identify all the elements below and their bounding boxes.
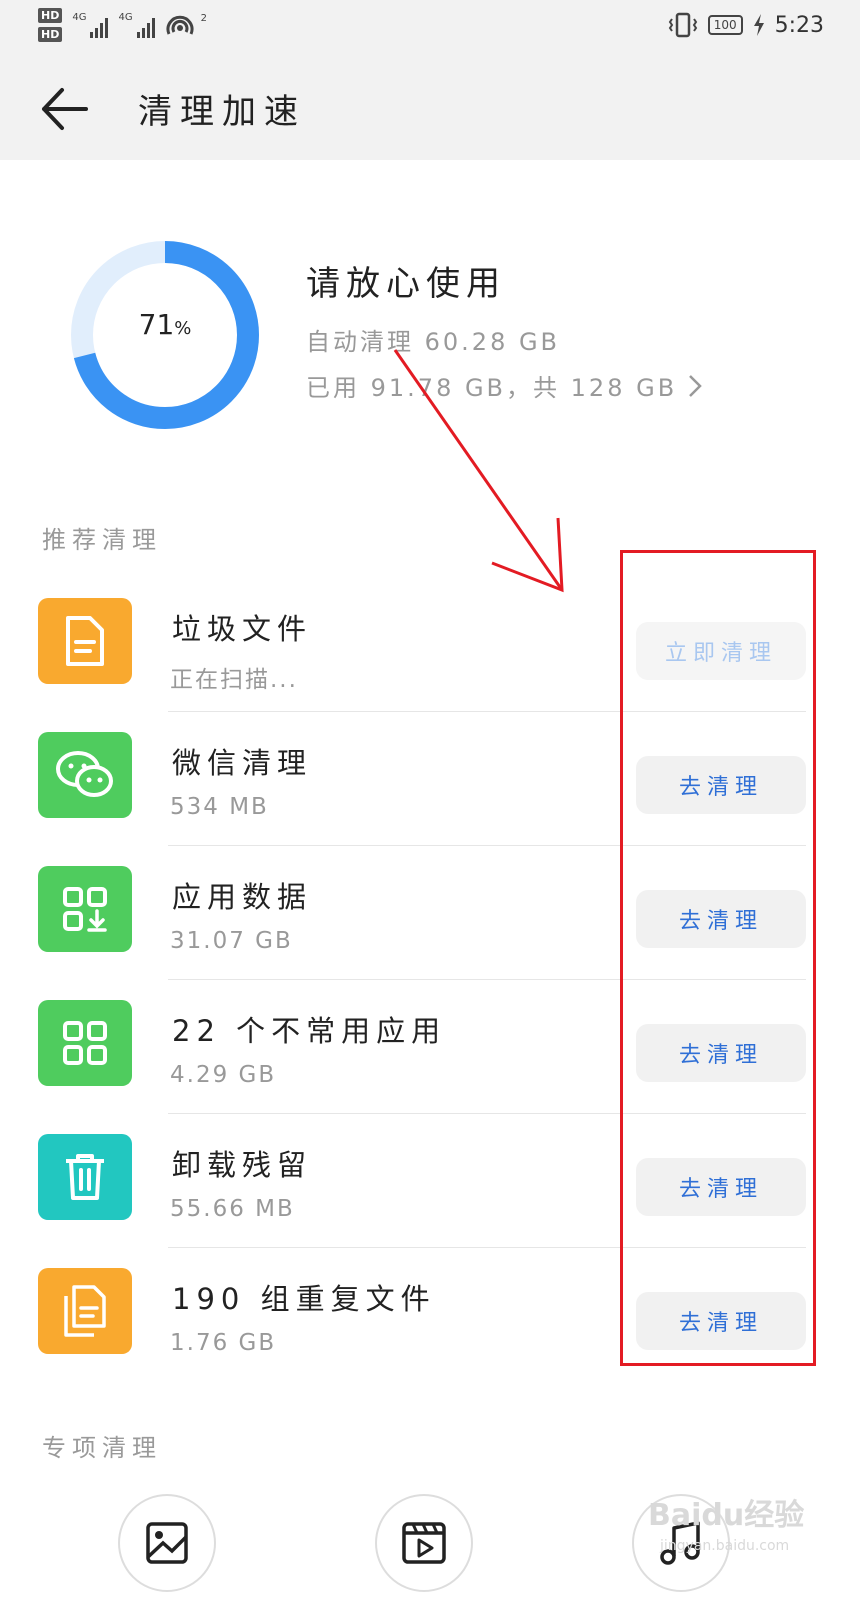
- annotation-arrow: [393, 349, 564, 593]
- signal-icon: 4G: [72, 12, 109, 38]
- section-label-special: 专项清理: [42, 1434, 162, 1462]
- apps-grid-icon: [38, 1000, 132, 1086]
- item-subtitle: 4.29 GB: [170, 1062, 277, 1088]
- trash-icon: [38, 1134, 132, 1220]
- wechat-icon: [38, 732, 132, 818]
- chevron-right-icon: [689, 374, 702, 397]
- item-title: 垃圾文件: [172, 612, 313, 646]
- hotspot-count: 2: [200, 12, 207, 24]
- duplicate-file-icon: [38, 1268, 132, 1354]
- hd-badge: HD: [38, 27, 63, 42]
- app-bar: 清理加速: [0, 56, 860, 160]
- item-subtitle: 31.07 GB: [170, 928, 293, 954]
- percent-unit: %: [174, 318, 192, 339]
- clock: 5:23: [774, 12, 824, 38]
- charging-icon: [753, 14, 764, 36]
- hd-badge: HD: [38, 8, 63, 23]
- item-title: 微信清理: [172, 746, 313, 780]
- status-bar: HD HD 4G 4G 2 100 5:23: [0, 0, 860, 56]
- image-clean-button[interactable]: [118, 1494, 216, 1592]
- signal-icon: 4G: [118, 12, 155, 38]
- video-icon: [402, 1522, 446, 1564]
- page-title: 清理加速: [138, 92, 306, 132]
- video-clean-button[interactable]: [375, 1494, 473, 1592]
- annotation-highlight-box: [620, 550, 816, 1366]
- item-subtitle: 534 MB: [170, 794, 269, 820]
- item-subtitle: 正在扫描...: [170, 667, 298, 693]
- watermark-url: jingyan.baidu.com: [660, 1538, 790, 1554]
- document-icon: [38, 598, 132, 684]
- item-title: 22 个不常用应用: [172, 1014, 447, 1048]
- image-icon: [146, 1522, 188, 1564]
- storage-status: 请放心使用: [306, 264, 506, 304]
- item-subtitle: 55.66 MB: [170, 1196, 295, 1222]
- battery-icon: 100: [707, 15, 743, 35]
- vibrate-icon: [668, 12, 697, 38]
- item-subtitle: 1.76 GB: [170, 1330, 277, 1356]
- item-title: 卸载残留: [172, 1148, 313, 1182]
- item-title: 应用数据: [172, 880, 313, 914]
- app-data-icon: [38, 866, 132, 952]
- section-label-recommended: 推荐清理: [42, 526, 162, 554]
- hotspot-icon: [166, 15, 194, 35]
- storage-percent: 71%: [70, 308, 260, 341]
- back-arrow-icon[interactable]: [40, 86, 90, 132]
- percent-value: 71: [138, 308, 175, 341]
- item-title: 190 组重复文件: [172, 1282, 436, 1316]
- watermark-logo: Baidu经验: [648, 1498, 805, 1533]
